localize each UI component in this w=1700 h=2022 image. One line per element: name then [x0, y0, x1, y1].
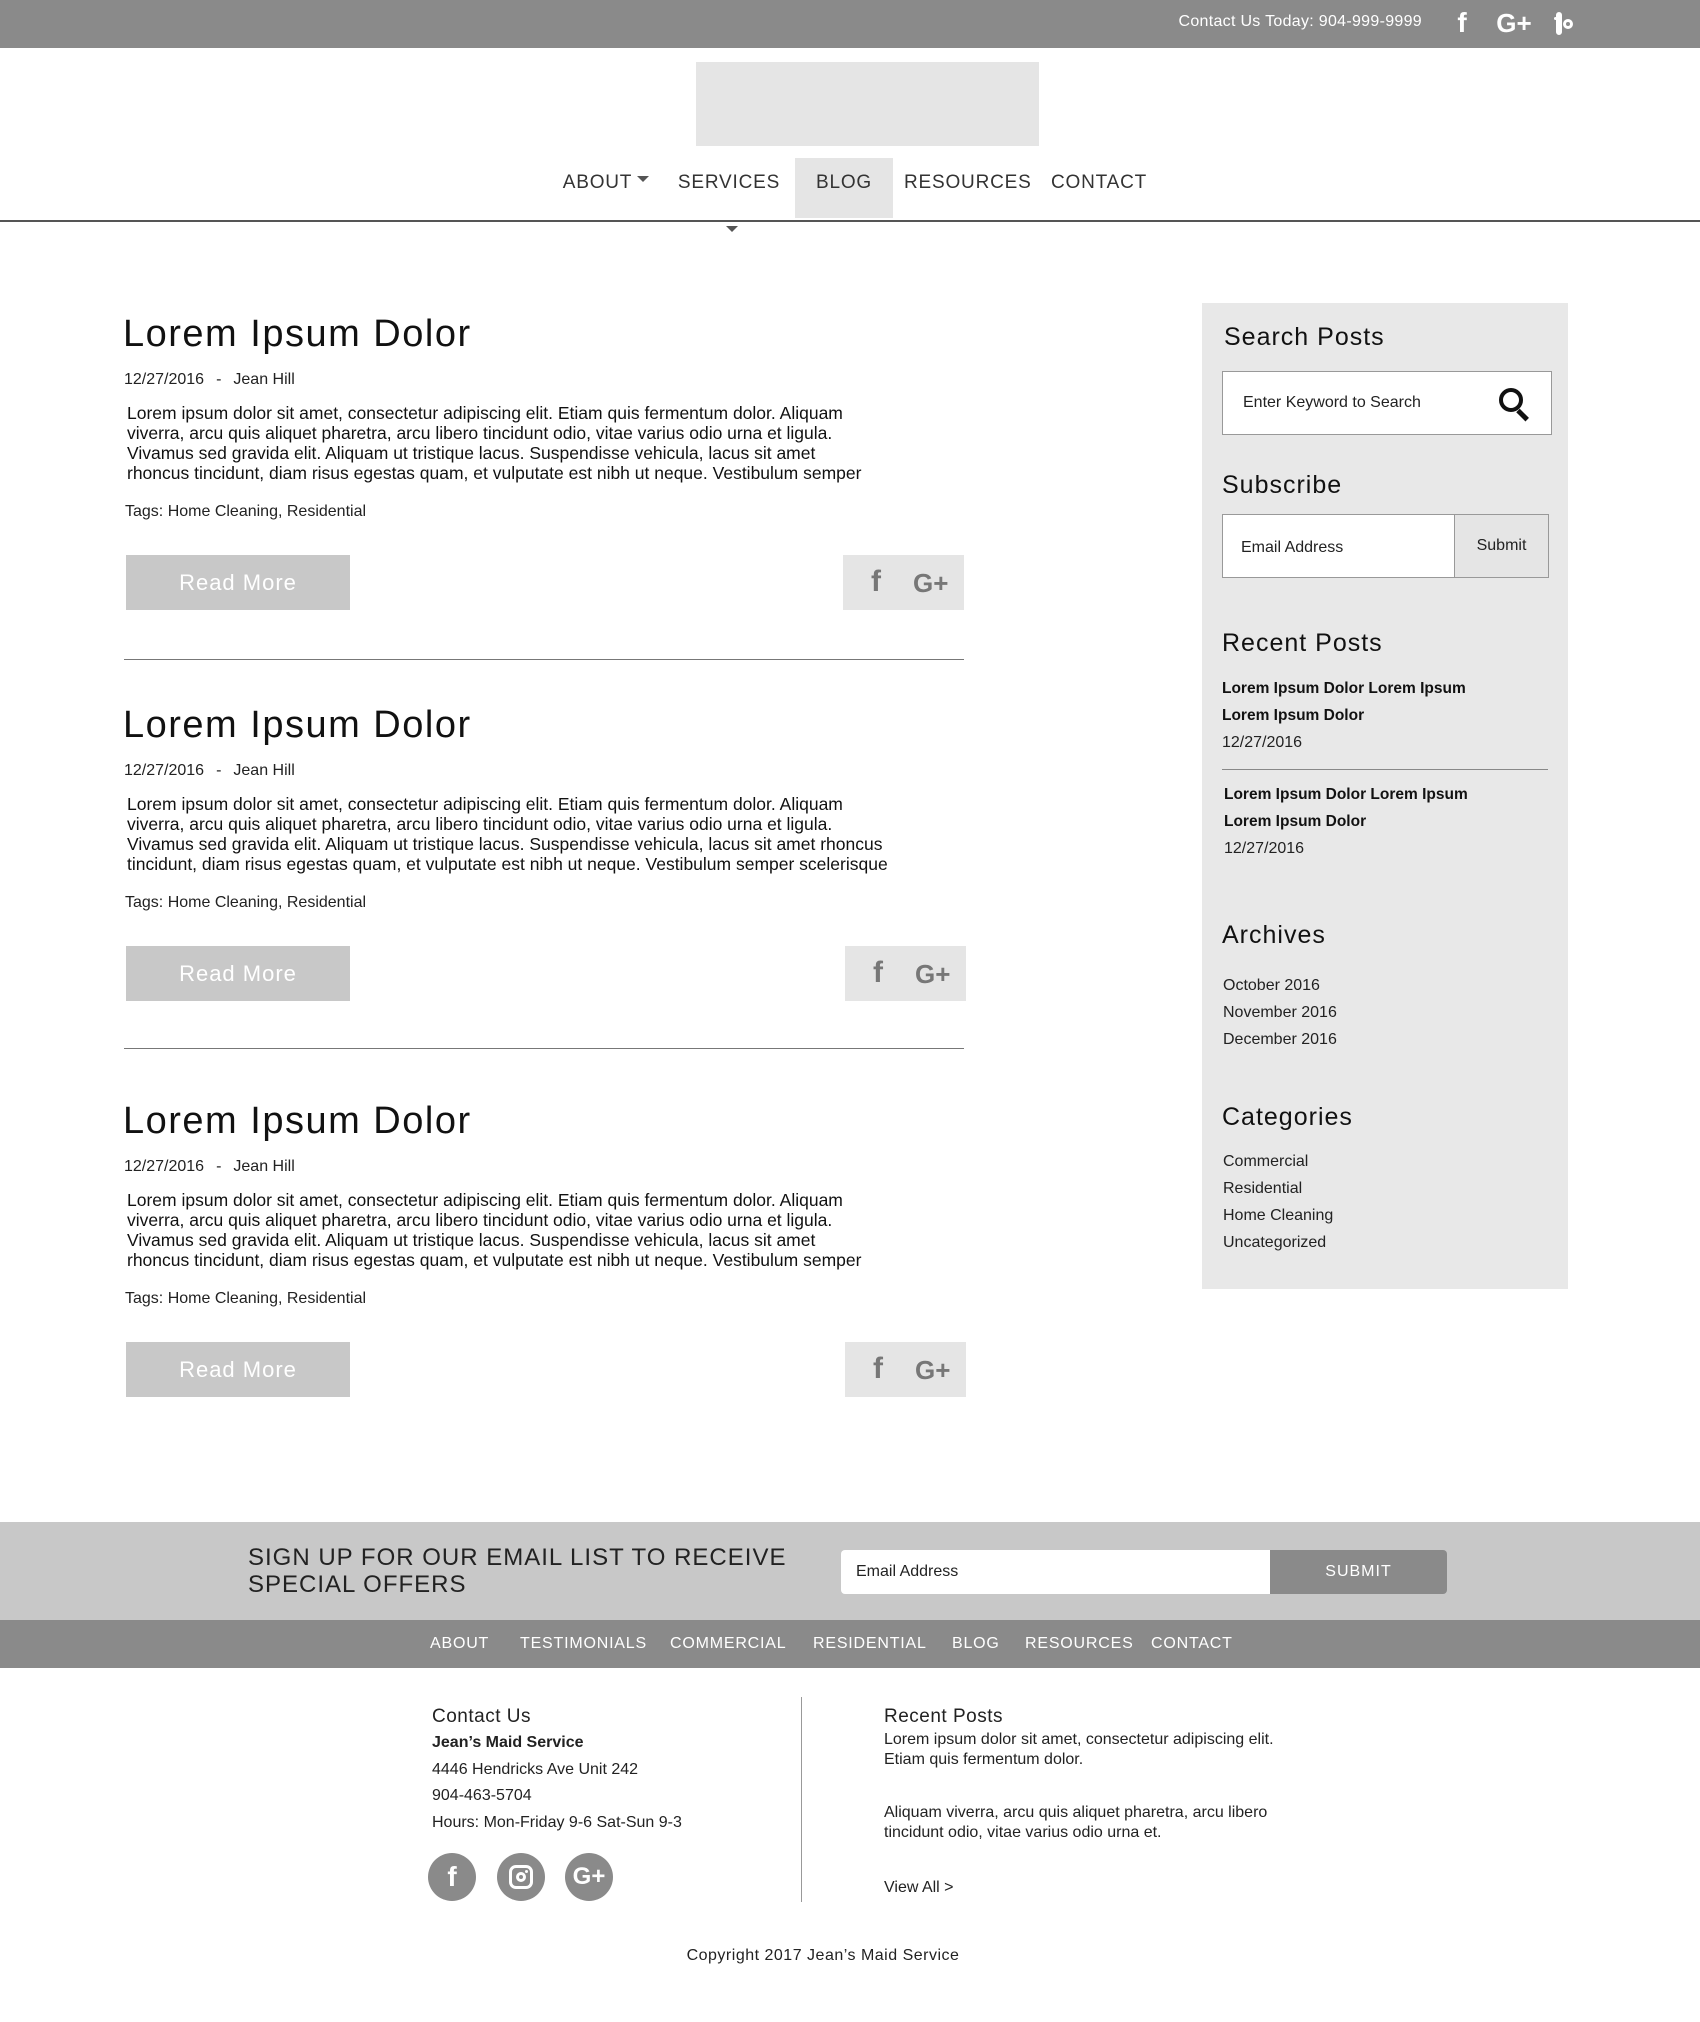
category-link[interactable]: Residential	[1223, 1175, 1333, 1202]
category-link[interactable]: Uncategorized	[1223, 1229, 1333, 1256]
view-all-link[interactable]: View All >	[884, 1875, 1274, 1902]
post-meta: 12/27/2016- Jean Hill	[124, 762, 295, 779]
post-divider	[124, 1048, 964, 1049]
share-buttons: f G+	[845, 946, 966, 1001]
footer-divider	[801, 1697, 802, 1902]
recent-post-divider	[1222, 769, 1548, 770]
categories-heading: Categories	[1222, 1103, 1353, 1131]
category-link[interactable]: Home Cleaning	[1223, 1202, 1333, 1229]
footer-contact: Contact Us Jean’s Maid Service 4446 Hend…	[432, 1704, 682, 1836]
business-address: 4446 Hendricks Ave Unit 242	[432, 1760, 639, 1778]
read-more-button[interactable]: Read More	[126, 946, 350, 1001]
post-date: 12/27/2016	[124, 1158, 205, 1175]
subscribe-heading: Subscribe	[1222, 471, 1343, 499]
main-nav: ABOUT SERVICES BLOG RESOURCES CONTACT	[0, 158, 1700, 232]
google-plus-icon[interactable]: G+	[1494, 8, 1534, 38]
share-buttons: f G+	[845, 1342, 966, 1397]
facebook-icon[interactable]: f	[1452, 8, 1472, 38]
nav-item-about[interactable]: ABOUT	[558, 158, 654, 218]
archive-link[interactable]: December 2016	[1223, 1026, 1337, 1053]
archive-link[interactable]: October 2016	[1223, 972, 1337, 999]
post-author: Jean Hill	[233, 1158, 295, 1175]
post-excerpt: Lorem ipsum dolor sit amet, consectetur …	[127, 403, 862, 483]
footer-nav-resources[interactable]: RESOURCES	[1025, 1635, 1134, 1653]
footer-nav-commercial[interactable]: COMMERCIAL	[670, 1635, 786, 1653]
subscribe-email-input[interactable]: Email Address	[1241, 539, 1343, 557]
nav-item-blog[interactable]: BLOG	[795, 158, 893, 218]
google-plus-icon[interactable]: G+	[915, 959, 950, 990]
post-tags: Tags: Home Cleaning, Residential	[125, 1290, 367, 1307]
sidebar: Search Posts Enter Keyword to Search Sub…	[1202, 303, 1568, 1289]
footer-recent-item[interactable]: Lorem ipsum dolor sit amet, consectetur …	[884, 1730, 1274, 1770]
recent-posts-heading: Recent Posts	[1222, 629, 1383, 657]
post-excerpt: Lorem ipsum dolor sit amet, consectetur …	[127, 794, 888, 874]
business-hours: Hours: Mon-Friday 9-6 Sat-Sun 9-3	[432, 1813, 682, 1831]
contact-phone[interactable]: Contact Us Today: 904-999-9999	[1178, 13, 1422, 31]
post-tags: Tags: Home Cleaning, Residential	[125, 894, 367, 911]
google-plus-icon[interactable]: G+	[913, 568, 948, 599]
post-title[interactable]: Lorem Ipsum Dolor	[123, 704, 472, 747]
search-icon[interactable]	[1499, 388, 1529, 422]
email-signup-band: SIGN UP FOR OUR EMAIL LIST TO RECEIVE SP…	[0, 1522, 1700, 1620]
top-bar: Contact Us Today: 904-999-9999 f G+	[0, 0, 1700, 48]
copyright: Copyright 2017 Jean’s Maid Service	[686, 1947, 960, 1964]
facebook-icon[interactable]: f	[873, 956, 883, 990]
read-more-button[interactable]: Read More	[126, 1342, 350, 1397]
archives-list: October 2016 November 2016 December 2016	[1223, 972, 1337, 1053]
post-divider	[124, 659, 964, 660]
footer-recent-heading: Recent Posts	[884, 1706, 1003, 1727]
footer-nav-blog[interactable]: BLOG	[952, 1635, 1000, 1653]
chevron-down-icon	[725, 225, 738, 232]
nav-item-contact[interactable]: CONTACT	[1046, 158, 1152, 218]
post-author: Jean Hill	[233, 371, 295, 388]
recent-post-item[interactable]: Lorem Ipsum Dolor Lorem Ipsum Lorem Ipsu…	[1224, 781, 1554, 862]
post-tags: Tags: Home Cleaning, Residential	[125, 503, 367, 520]
post-date: 12/27/2016	[124, 371, 205, 388]
subscribe-form: Email Address Submit	[1222, 514, 1549, 578]
search-placeholder: Enter Keyword to Search	[1243, 394, 1421, 411]
instagram-icon[interactable]	[497, 1853, 545, 1901]
post-excerpt: Lorem ipsum dolor sit amet, consectetur …	[127, 1190, 862, 1270]
nav-item-resources[interactable]: RESOURCES	[904, 158, 1031, 218]
footer-nav-contact[interactable]: CONTACT	[1151, 1635, 1233, 1653]
category-link[interactable]: Commercial	[1223, 1148, 1333, 1175]
facebook-icon[interactable]: f	[873, 1352, 883, 1386]
footer-nav-residential[interactable]: RESIDENTIAL	[813, 1635, 927, 1653]
post-title[interactable]: Lorem Ipsum Dolor	[123, 1100, 472, 1143]
header-divider	[0, 220, 1700, 222]
subscribe-submit-button[interactable]: Submit	[1454, 515, 1548, 577]
search-posts-heading: Search Posts	[1224, 323, 1385, 351]
google-plus-icon[interactable]: G+	[565, 1853, 613, 1901]
search-input[interactable]: Enter Keyword to Search	[1222, 371, 1552, 435]
facebook-icon[interactable]: f	[428, 1853, 476, 1901]
signup-submit-button[interactable]: SUBMIT	[1270, 1550, 1447, 1594]
post-date: 12/27/2016	[124, 762, 205, 779]
categories-list: Commercial Residential Home Cleaning Unc…	[1223, 1148, 1333, 1256]
archives-heading: Archives	[1222, 921, 1326, 949]
logo-placeholder[interactable]	[696, 62, 1039, 146]
footer-recent-item[interactable]: Aliquam viverra, arcu quis aliquet phare…	[884, 1803, 1274, 1843]
share-buttons: f G+	[843, 555, 964, 610]
nav-item-services[interactable]: SERVICES	[670, 158, 788, 232]
google-plus-icon[interactable]: G+	[915, 1355, 950, 1386]
post-title[interactable]: Lorem Ipsum Dolor	[123, 313, 472, 356]
facebook-icon[interactable]: f	[871, 565, 881, 599]
business-name: Jean’s Maid Service	[432, 1734, 584, 1751]
recent-post-item[interactable]: Lorem Ipsum Dolor Lorem Ipsum Lorem Ipsu…	[1222, 675, 1552, 756]
post-author: Jean Hill	[233, 762, 295, 779]
footer-nav: ABOUT TESTIMONIALS COMMERCIAL RESIDENTIA…	[0, 1620, 1700, 1668]
footer-contact-heading: Contact Us	[432, 1706, 531, 1727]
chevron-down-icon	[637, 175, 650, 182]
signup-email-input[interactable]: Email Address	[841, 1550, 1271, 1594]
post-meta: 12/27/2016- Jean Hill	[124, 371, 295, 388]
footer-nav-about[interactable]: ABOUT	[430, 1635, 489, 1653]
footer-nav-testimonials[interactable]: TESTIMONIALS	[520, 1635, 647, 1653]
read-more-button[interactable]: Read More	[126, 555, 350, 610]
post-meta: 12/27/2016- Jean Hill	[124, 1158, 295, 1175]
instagram-icon[interactable]	[1546, 9, 1572, 39]
footer-recent-posts: Recent Posts Lorem ipsum dolor sit amet,…	[884, 1704, 1274, 1902]
business-phone[interactable]: 904-463-5704	[432, 1783, 682, 1810]
signup-heading: SIGN UP FOR OUR EMAIL LIST TO RECEIVE SP…	[248, 1544, 787, 1598]
archive-link[interactable]: November 2016	[1223, 999, 1337, 1026]
